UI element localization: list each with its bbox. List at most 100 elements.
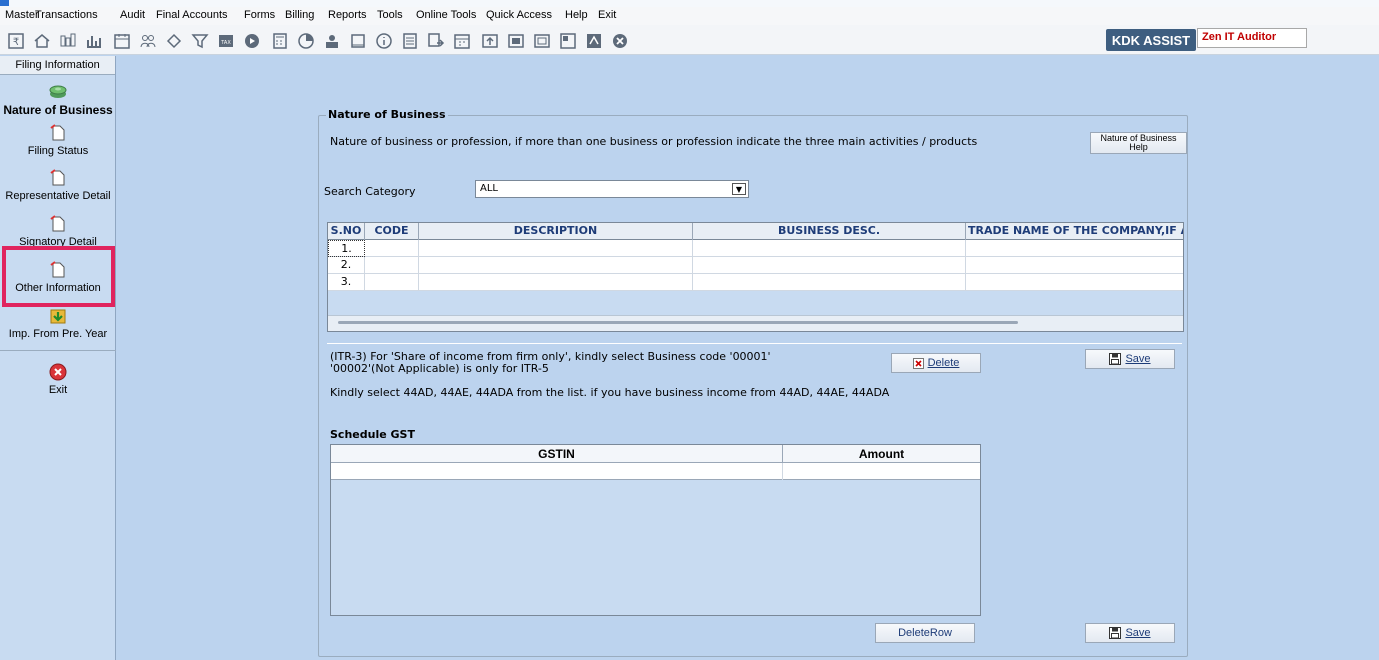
calendar-icon[interactable] bbox=[112, 31, 132, 50]
menu-reports[interactable]: Reports bbox=[328, 9, 367, 21]
app-icon bbox=[0, 0, 9, 6]
save-button-bottom[interactable]: Save bbox=[1085, 623, 1175, 643]
save-label: Save bbox=[1125, 353, 1151, 365]
chevron-down-icon[interactable]: ▼ bbox=[732, 183, 746, 195]
info-icon[interactable] bbox=[374, 31, 394, 50]
sidebar-item-exit[interactable]: Exit bbox=[0, 362, 116, 396]
report-icon[interactable] bbox=[400, 31, 420, 50]
close-icon[interactable] bbox=[610, 31, 630, 50]
fac-icon[interactable] bbox=[584, 31, 604, 50]
export-icon[interactable] bbox=[426, 31, 446, 50]
menu-exit[interactable]: Exit bbox=[598, 9, 616, 21]
rupee-icon[interactable]: ₹ bbox=[6, 31, 26, 50]
sidebar-item-import-previous-year[interactable]: Imp. From Pre. Year bbox=[0, 306, 116, 340]
row-trade-name[interactable] bbox=[966, 257, 1183, 274]
row-description[interactable] bbox=[419, 274, 693, 291]
menu-transactions[interactable]: Transactions bbox=[35, 9, 98, 21]
menu-final-accounts[interactable]: Final Accounts bbox=[156, 9, 228, 21]
3cd-icon[interactable] bbox=[532, 31, 552, 50]
bs-icon[interactable] bbox=[506, 31, 526, 50]
save-label: Save bbox=[1125, 627, 1151, 639]
header-description: DESCRIPTION bbox=[419, 223, 693, 240]
calculator-icon[interactable] bbox=[270, 31, 290, 50]
table-row[interactable]: 2. bbox=[328, 257, 1183, 274]
import-icon bbox=[50, 309, 66, 324]
sidebar-item-nature-of-business[interactable]: Nature of Business bbox=[0, 81, 116, 117]
row-business-desc[interactable] bbox=[693, 257, 966, 274]
header-trade-name: TRADE NAME OF THE COMPANY,IF AN bbox=[966, 223, 1183, 240]
scrollbar-thumb[interactable] bbox=[338, 321, 1018, 324]
note-line-2: '00002'(Not Applicable) is only for ITR-… bbox=[330, 362, 549, 375]
delete-label: Delete bbox=[927, 357, 960, 369]
table-row[interactable] bbox=[331, 463, 980, 480]
row-business-desc[interactable] bbox=[693, 240, 966, 257]
sidebar: Filing Information Nature of Business Fi… bbox=[0, 56, 116, 660]
menu-billing[interactable]: Billing bbox=[285, 9, 314, 21]
panel-legend: Nature of Business bbox=[326, 108, 448, 121]
row-sno: 1. bbox=[328, 240, 365, 257]
product-label: Zen IT Auditor bbox=[1197, 28, 1307, 48]
row-gstin[interactable] bbox=[331, 463, 783, 480]
row-description[interactable] bbox=[419, 240, 693, 257]
menu-help[interactable]: Help bbox=[565, 9, 588, 21]
delete-row-label: DeleteRow bbox=[898, 627, 952, 639]
header-code: CODE bbox=[365, 223, 419, 240]
upload-icon[interactable] bbox=[480, 31, 500, 50]
gst-table-header: GSTIN Amount bbox=[331, 445, 980, 463]
bar-chart-icon[interactable] bbox=[84, 31, 104, 50]
pay-icon[interactable] bbox=[322, 31, 342, 50]
instruction-text: Nature of business or profession, if mor… bbox=[330, 135, 978, 148]
grid-chart-icon[interactable] bbox=[58, 31, 78, 50]
play-icon[interactable] bbox=[242, 31, 262, 50]
row-sno: 2. bbox=[328, 257, 365, 274]
business-table: S.NO CODE DESCRIPTION BUSINESS DESC. TRA… bbox=[327, 222, 1184, 332]
row-trade-name[interactable] bbox=[966, 240, 1183, 257]
home-icon[interactable] bbox=[32, 31, 52, 50]
menu-quick-access[interactable]: Quick Access bbox=[486, 9, 552, 21]
menu-audit[interactable]: Audit bbox=[120, 9, 145, 21]
row-amount[interactable] bbox=[783, 463, 980, 480]
filter-icon[interactable] bbox=[190, 31, 210, 50]
search-category-select[interactable]: ALL ▼ bbox=[475, 180, 749, 198]
nature-of-business-help-button[interactable]: Nature of Business Help bbox=[1090, 132, 1187, 154]
delete-row-button[interactable]: DeleteRow bbox=[875, 623, 975, 643]
save-button[interactable]: Save bbox=[1085, 349, 1175, 369]
users-icon[interactable] bbox=[138, 31, 158, 50]
gst-table: GSTIN Amount bbox=[330, 444, 981, 616]
sidebar-item-representative-detail[interactable]: Representative Detail bbox=[0, 168, 116, 202]
kdk-assist-button[interactable]: KDK ASSIST bbox=[1106, 29, 1196, 51]
sidebar-title: Filing Information bbox=[0, 56, 115, 75]
row-business-desc[interactable] bbox=[693, 274, 966, 291]
sidebar-divider bbox=[0, 350, 116, 351]
row-trade-name[interactable] bbox=[966, 274, 1183, 291]
search-category-value: ALL bbox=[480, 183, 498, 194]
sidebar-item-label: Representative Detail bbox=[5, 190, 111, 202]
sidebar-item-signatory-detail[interactable]: Signatory Detail bbox=[0, 214, 116, 248]
window-icon[interactable] bbox=[348, 31, 368, 50]
horizontal-scrollbar[interactable] bbox=[328, 315, 1183, 331]
menu-master[interactable]: Master bbox=[5, 9, 39, 21]
menu-tools[interactable]: Tools bbox=[377, 9, 403, 21]
schedule-icon[interactable] bbox=[452, 31, 472, 50]
ledger-icon[interactable] bbox=[558, 31, 578, 50]
row-code[interactable] bbox=[365, 274, 419, 291]
delete-button[interactable]: Delete bbox=[891, 353, 981, 373]
row-code[interactable] bbox=[365, 240, 419, 257]
close-circle-icon bbox=[49, 363, 67, 381]
tag-icon[interactable] bbox=[164, 31, 184, 50]
document-icon bbox=[50, 215, 65, 232]
row-description[interactable] bbox=[419, 257, 693, 274]
menu-forms[interactable]: Forms bbox=[244, 9, 275, 21]
sidebar-item-filing-status[interactable]: Filing Status bbox=[0, 123, 116, 157]
table-row[interactable]: 1. bbox=[328, 240, 1183, 257]
tax-icon[interactable]: TAX bbox=[216, 31, 236, 50]
sidebar-item-label: Imp. From Pre. Year bbox=[8, 328, 108, 340]
row-code[interactable] bbox=[365, 257, 419, 274]
header-business-desc: BUSINESS DESC. bbox=[693, 223, 966, 240]
menu-online-tools[interactable]: Online Tools bbox=[416, 9, 476, 21]
pie-icon[interactable] bbox=[296, 31, 316, 50]
sidebar-item-label: Nature of Business bbox=[3, 103, 113, 117]
row-sno: 3. bbox=[328, 274, 365, 291]
table-row[interactable]: 3. bbox=[328, 274, 1183, 291]
document-icon bbox=[50, 169, 65, 186]
